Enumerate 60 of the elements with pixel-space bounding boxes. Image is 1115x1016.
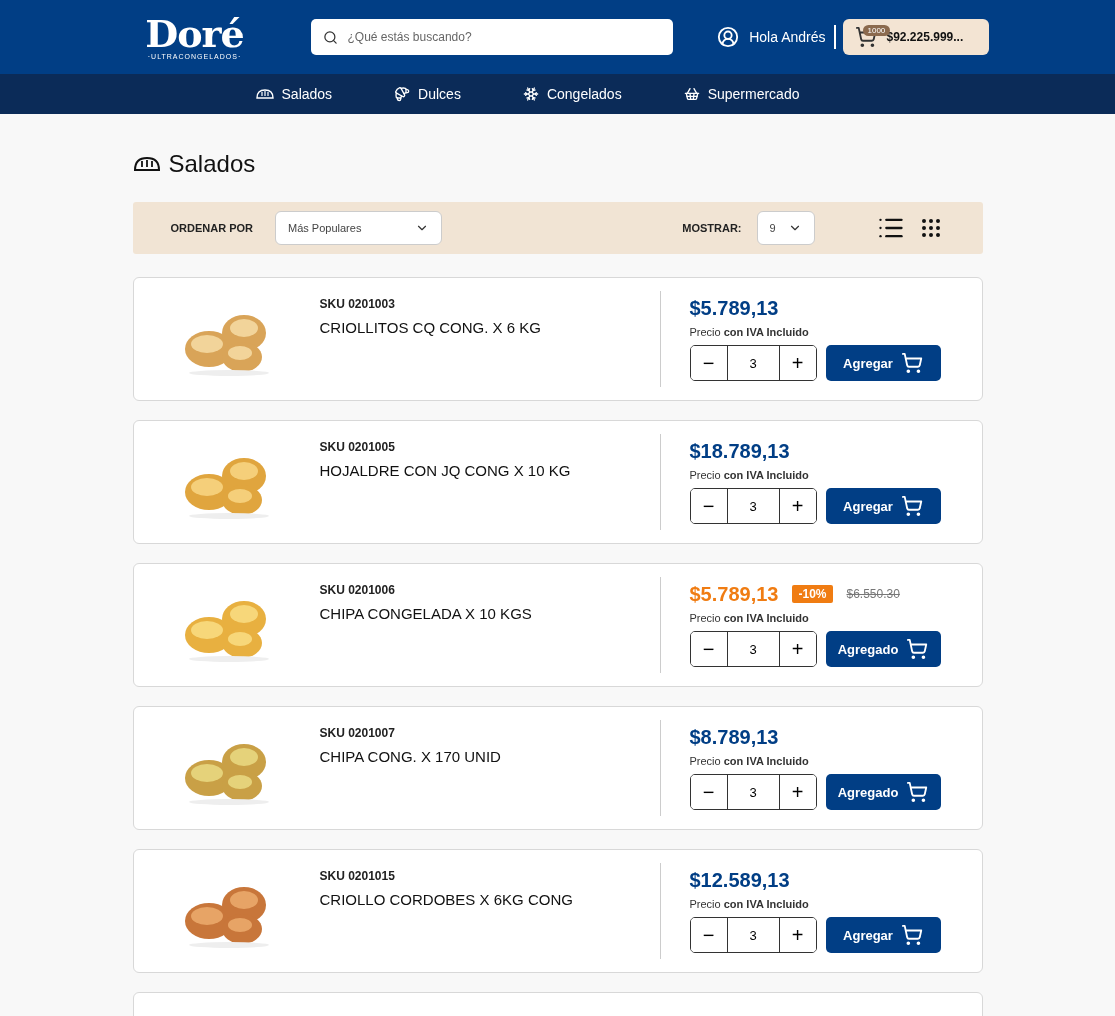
- nav-link[interactable]: Dulces: [394, 86, 461, 102]
- product-sku: SKU 0201005: [319, 440, 396, 454]
- product-name[interactable]: HOJALDRE CON JQ CONG X 10 KG: [319, 462, 660, 479]
- product-name[interactable]: CRIOLLITOS CQ CONG. X 6 KG: [319, 319, 660, 336]
- page-title: Salados: [168, 150, 256, 178]
- vat-note: Precio con IVA Incluido: [689, 326, 810, 338]
- quantity-stepper[interactable]: − 3 +: [689, 488, 817, 524]
- bread-icon: [255, 88, 274, 100]
- old-price: $6.550.30: [846, 587, 900, 601]
- vat-note: Precio con IVA Incluido: [689, 755, 810, 767]
- product-sku: SKU 0201003: [319, 297, 396, 311]
- vat-note: Precio con IVA Incluido: [689, 469, 810, 481]
- sort-label: ORDENAR POR: [170, 222, 253, 234]
- cart-icon: [900, 495, 923, 517]
- cart-icon: [906, 638, 929, 660]
- search-icon: [322, 29, 338, 45]
- quantity-field[interactable]: 3: [726, 632, 780, 666]
- quantity-field[interactable]: 3: [726, 489, 780, 523]
- snowflake-icon: [522, 86, 539, 102]
- quantity-stepper[interactable]: − 3 +: [689, 774, 817, 810]
- product-price: $5.789,13: [689, 296, 779, 320]
- product-price: $12.589,13: [689, 868, 790, 892]
- vat-note: Precio con IVA Incluido: [689, 612, 810, 624]
- product-price: $18.789,13: [689, 439, 790, 463]
- product-sku: SKU 0201007: [319, 726, 396, 740]
- cart-icon: [900, 352, 923, 374]
- user-icon[interactable]: [717, 26, 740, 48]
- sort-dropdown[interactable]: Más Populares: [275, 211, 442, 245]
- show-dropdown[interactable]: 9: [756, 211, 815, 245]
- product-sku: SKU 0201006: [319, 583, 396, 597]
- show-label: MOSTRAR:: [682, 222, 742, 234]
- search-field[interactable]: ¿Qué estás buscando?: [310, 19, 673, 55]
- basket-icon: [683, 86, 700, 102]
- discount-tag: -10%: [792, 585, 833, 603]
- croissant-icon: [394, 86, 411, 102]
- product-price: $8.789,13: [689, 725, 779, 749]
- nav-link[interactable]: Salados: [255, 86, 333, 102]
- add-to-cart-button[interactable]: Agregado: [825, 774, 941, 810]
- product-sku: SKU 0201015: [319, 869, 396, 883]
- product-name[interactable]: CHIPA CONG. X 170 UNID: [319, 748, 660, 765]
- quantity-field[interactable]: 3: [726, 346, 780, 380]
- quantity-stepper[interactable]: − 3 +: [689, 631, 817, 667]
- nav-link[interactable]: Supermercado: [683, 86, 800, 102]
- vat-note: Precio con IVA Incluido: [689, 898, 810, 910]
- quantity-stepper[interactable]: − 3 +: [689, 345, 817, 381]
- user-greeting[interactable]: Hola Andrés: [749, 29, 826, 45]
- add-to-cart-button[interactable]: Agregar: [825, 917, 941, 953]
- cart-icon: [900, 924, 923, 946]
- quantity-stepper[interactable]: − 3 +: [689, 917, 817, 953]
- product-name[interactable]: CHIPA CONGELADA X 10 KGS: [319, 605, 660, 622]
- add-to-cart-button[interactable]: Agregado: [825, 631, 941, 667]
- nav-link[interactable]: Congelados: [522, 86, 622, 102]
- product-name[interactable]: CRIOLLO CORDOBES X 6KG CONG: [319, 891, 660, 908]
- product-price: $5.789,13: [689, 582, 779, 606]
- quantity-field[interactable]: 3: [726, 918, 780, 952]
- add-to-cart-button[interactable]: Agregar: [825, 345, 941, 381]
- quantity-field[interactable]: 3: [726, 775, 780, 809]
- add-to-cart-button[interactable]: Agregar: [825, 488, 941, 524]
- bread-icon: [132, 155, 161, 173]
- cart-icon: [906, 781, 929, 803]
